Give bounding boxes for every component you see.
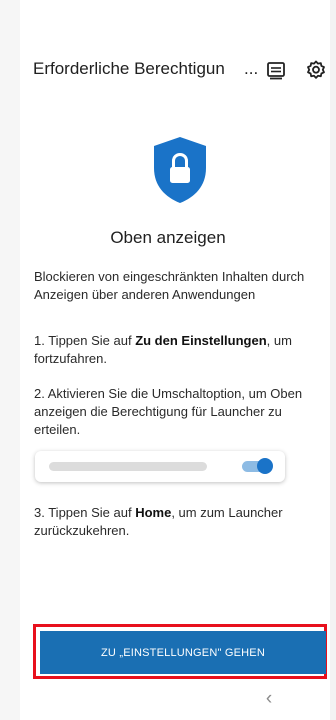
right-edge: [330, 0, 336, 720]
app-header: Erforderliche Berechtigun ...: [33, 56, 329, 86]
step-1-text: 1. Tippen Sie auf Zu den Einstellungen, …: [34, 332, 324, 368]
toggle-knob: [257, 458, 273, 474]
nav-back-icon[interactable]: ‹: [262, 686, 276, 712]
left-edge: [0, 0, 20, 720]
permission-screen: Erforderliche Berechtigun ... Oben anzei…: [0, 0, 336, 720]
description-text: Blockieren von eingeschränkten Inhalten …: [34, 269, 305, 302]
toggle-illustration: [35, 451, 285, 482]
section-heading: Oben anzeigen: [110, 228, 226, 247]
toggle-label-placeholder: [49, 462, 207, 471]
subtitles-icon[interactable]: [265, 59, 287, 81]
go-to-settings-button[interactable]: ZU „EINSTELLUNGEN" GEHEN: [40, 631, 326, 674]
gear-icon[interactable]: [305, 59, 327, 81]
step-3-text: 3. Tippen Sie auf Home, um zum Launcher …: [34, 504, 324, 540]
lock-shield-icon: [151, 136, 209, 204]
step-1-bold: Zu den Einstellungen: [135, 333, 267, 348]
step-2-text: 2. Aktivieren Sie die Umschaltoption, um…: [34, 386, 303, 437]
step-1-prefix: 1. Tippen Sie auf: [34, 333, 136, 348]
page-title: Erforderliche Berechtigun: [33, 59, 225, 78]
page-title-ellipsis: ...: [244, 59, 259, 78]
step-3-bold: Home: [135, 505, 172, 520]
step-3-prefix: 3. Tippen Sie auf: [34, 505, 136, 520]
